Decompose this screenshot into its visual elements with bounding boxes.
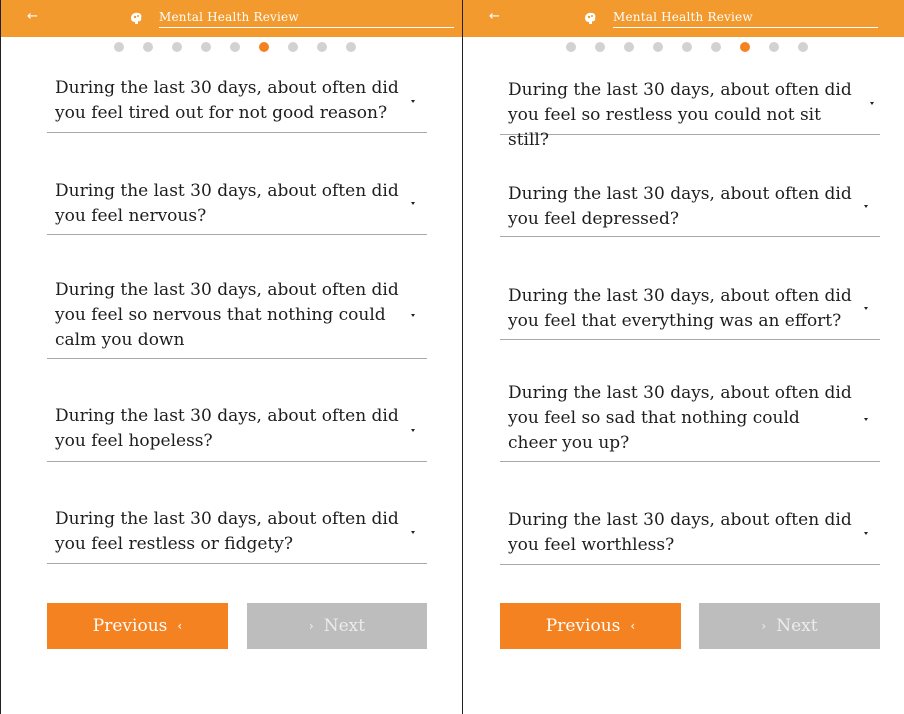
progress-dot xyxy=(710,42,721,52)
chevron-left-icon: ‹ xyxy=(177,619,183,633)
previous-button[interactable]: Previous ‹ xyxy=(500,603,681,649)
progress-dots xyxy=(463,42,904,58)
progress-dot xyxy=(345,42,356,52)
question-text: During the last 30 days, about often did… xyxy=(508,184,852,229)
caret-down-icon[interactable] xyxy=(864,532,868,535)
previous-button[interactable]: Previous ‹ xyxy=(47,603,228,649)
question-text: During the last 30 days, about often did… xyxy=(508,286,852,331)
question-dropdown[interactable]: During the last 30 days, about often did… xyxy=(47,173,427,235)
next-button-label: Next xyxy=(776,616,818,636)
caret-down-icon[interactable] xyxy=(864,307,868,310)
chevron-right-icon: › xyxy=(308,619,314,633)
back-arrow-icon[interactable]: ← xyxy=(27,9,38,24)
progress-dot xyxy=(768,42,779,52)
question-text: During the last 30 days, about often did… xyxy=(55,509,399,554)
question-text: During the last 30 days, about often did… xyxy=(55,78,399,123)
survey-panel-left: ← Mental Health Review During the last 3… xyxy=(0,0,462,714)
progress-dot xyxy=(142,42,153,52)
caret-down-icon[interactable] xyxy=(870,102,874,105)
caret-down-icon[interactable] xyxy=(411,429,415,432)
caret-down-icon[interactable] xyxy=(411,202,415,205)
brain-icon xyxy=(131,12,142,24)
progress-dot-active xyxy=(739,42,750,52)
progress-dot xyxy=(797,42,808,52)
progress-dot-active xyxy=(258,42,269,52)
question-dropdown[interactable]: During the last 30 days, about often did… xyxy=(500,74,880,150)
chevron-right-icon: › xyxy=(761,619,767,633)
brain-icon xyxy=(585,12,596,24)
previous-button-label: Previous xyxy=(545,616,621,636)
question-dropdown[interactable]: During the last 30 days, about often did… xyxy=(47,72,427,133)
question-dropdown[interactable]: During the last 30 days, about often did… xyxy=(500,378,880,462)
next-button[interactable]: › Next xyxy=(699,603,880,649)
previous-button-label: Previous xyxy=(92,616,168,636)
caret-down-icon[interactable] xyxy=(864,418,868,421)
progress-dot xyxy=(594,42,605,52)
progress-dot xyxy=(623,42,634,52)
progress-dot xyxy=(652,42,663,52)
question-dropdown[interactable]: During the last 30 days, about often did… xyxy=(47,501,427,564)
progress-dot xyxy=(565,42,576,52)
caret-down-icon[interactable] xyxy=(411,531,415,534)
question-dropdown[interactable]: During the last 30 days, about often did… xyxy=(47,276,427,359)
back-arrow-icon[interactable]: ← xyxy=(489,9,500,24)
app-title: Mental Health Review xyxy=(613,10,878,28)
caret-down-icon[interactable] xyxy=(411,100,415,103)
progress-dot xyxy=(681,42,692,52)
app-title: Mental Health Review xyxy=(159,10,454,28)
question-text: During the last 30 days, about often did… xyxy=(508,383,852,453)
progress-dot xyxy=(200,42,211,52)
question-text: During the last 30 days, about often did… xyxy=(508,510,852,555)
app-header: ← Mental Health Review xyxy=(463,0,904,37)
progress-dot xyxy=(171,42,182,52)
progress-dot xyxy=(113,42,124,52)
question-dropdown[interactable]: During the last 30 days, about often did… xyxy=(500,176,880,237)
caret-down-icon[interactable] xyxy=(864,205,868,208)
progress-dots xyxy=(1,42,462,58)
caret-down-icon[interactable] xyxy=(411,314,415,317)
question-text: During the last 30 days, about often did… xyxy=(55,406,399,451)
app-header: ← Mental Health Review xyxy=(1,0,462,37)
question-dropdown[interactable]: During the last 30 days, about often did… xyxy=(500,278,880,340)
question-text: During the last 30 days, about often did… xyxy=(508,80,852,150)
next-button-label: Next xyxy=(323,616,366,636)
survey-panel-right: ← Mental Health Review During the last 3… xyxy=(462,0,904,714)
chevron-left-icon: ‹ xyxy=(630,619,636,633)
progress-dot xyxy=(316,42,327,52)
question-text: During the last 30 days, about often did… xyxy=(55,181,399,226)
progress-dot xyxy=(229,42,240,52)
progress-dot xyxy=(287,42,298,52)
question-dropdown[interactable]: During the last 30 days, about often did… xyxy=(47,398,427,462)
next-button[interactable]: › Next xyxy=(247,603,427,649)
question-text: During the last 30 days, about often did… xyxy=(55,280,399,350)
question-dropdown[interactable]: During the last 30 days, about often did… xyxy=(500,502,880,565)
